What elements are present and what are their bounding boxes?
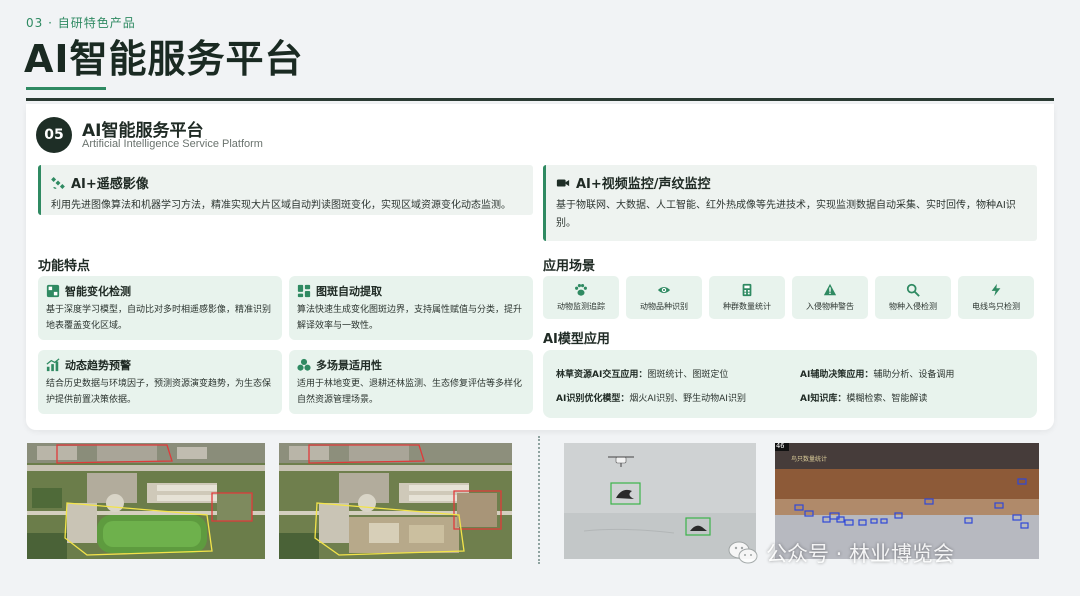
eye-icon	[657, 286, 671, 294]
card-subtitle: Artificial Intelligence Service Platform	[82, 138, 263, 150]
intro-text: 利用先进图像算法和机器学习方法，精准实现大片区域自动判读图斑变化，实现区域资源变…	[51, 200, 511, 211]
satellite-image-after	[279, 443, 512, 559]
warning-icon	[823, 283, 837, 296]
model-item: AI辅助决策应用：辅助分析、设备调用	[800, 370, 955, 380]
model-panel: 林草资源AI交互应用：图斑统计、图斑定位 AI辅助决策应用：辅助分析、设备调用 …	[543, 350, 1037, 418]
satellite-icon	[51, 176, 65, 189]
wechat-icon	[728, 541, 758, 564]
multi-scene-icon	[297, 358, 311, 371]
platform-card: 05 AI智能服务平台 Artificial Intelligence Serv…	[26, 104, 1054, 430]
extract-icon	[297, 284, 311, 298]
compare-icon	[46, 284, 60, 298]
model-item: AI识别优化模型：烟火AI识别、野生动物AI识别	[556, 394, 746, 404]
intro-text: 基于物联网、大数据、人工智能、红外热成像等先进技术，实现监测数据自动采集、实时回…	[556, 200, 1016, 229]
scene-powerline-birds: 电线鸟只检测	[958, 276, 1034, 319]
thermal-caption: 鸟只数量统计	[791, 456, 828, 463]
model-item: 林草资源AI交互应用：图斑统计、图斑定位	[556, 370, 729, 380]
feature-text: 适用于林地变更、退耕还林监测、生态修复评估等多样化自然资源管理场景。	[297, 379, 523, 405]
thermal-counter: 46	[776, 443, 785, 450]
intro-title: AI+视频监控/声纹监控	[576, 177, 711, 192]
features-heading: 功能特点	[38, 259, 91, 274]
title-underline	[26, 87, 106, 90]
scene-label: 动物监测追踪	[557, 302, 605, 311]
paw-icon	[575, 284, 587, 296]
scene-invasive-warning: 入侵物种警告	[792, 276, 868, 319]
scene-species-recognition: 动物品种识别	[626, 276, 702, 319]
number-badge: 05	[36, 117, 72, 153]
calculator-icon	[742, 283, 752, 297]
feature-title: 智能变化检测	[65, 285, 131, 298]
scene-label: 物种入侵检测	[889, 302, 937, 311]
watermark-text: 公众号 · 林业博览会	[766, 542, 955, 566]
vertical-divider	[538, 436, 540, 564]
scene-label: 种群数量统计	[723, 302, 771, 311]
feature-patch-extraction: 图斑自动提取 算法快速生成变化图斑边界，支持属性赋值与分类，提升解译效率与一致性…	[289, 276, 533, 340]
scene-label: 动物品种识别	[640, 302, 688, 311]
scene-invasion-detection: 物种入侵检测	[875, 276, 951, 319]
watermark: 公众号 · 林业博览会	[728, 538, 954, 568]
feature-multi-scene: 多场景适用性 适用于林地变更、退耕还林监测、生态修复评估等多样化自然资源管理场景…	[289, 350, 533, 414]
top-rule	[26, 98, 1054, 101]
scene-label: 入侵物种警告	[806, 302, 854, 311]
feature-text: 算法快速生成变化图斑边界，支持属性赋值与分类，提升解译效率与一致性。	[297, 305, 523, 331]
feature-trend-warning: 动态趋势预警 结合历史数据与环境因子，预测资源演变趋势，为生态保护提供前置决策依…	[38, 350, 282, 414]
scenes-heading: 应用场景	[543, 259, 596, 274]
feature-change-detection: 智能变化检测 基于深度学习模型，自动比对多时相遥感影像，精准识别地表覆盖变化区域…	[38, 276, 282, 340]
scene-population-count: 种群数量统计	[709, 276, 785, 319]
video-camera-icon	[556, 179, 570, 186]
lightning-icon	[991, 283, 1001, 297]
satellite-image-before	[27, 443, 265, 559]
feature-text: 基于深度学习模型，自动比对多时相遥感影像，精准识别地表覆盖变化区域。	[46, 305, 272, 331]
feature-title: 动态趋势预警	[65, 359, 131, 372]
feature-title: 图斑自动提取	[316, 285, 382, 298]
feature-text: 结合历史数据与环境因子，预测资源演变趋势，为生态保护提供前置决策依据。	[46, 379, 272, 405]
models-heading: AI模型应用	[543, 332, 610, 347]
scene-label: 电线鸟只检测	[972, 302, 1020, 311]
model-item: AI知识库：模糊检索、智能解读	[800, 394, 928, 404]
trend-chart-icon	[46, 358, 60, 372]
intro-remote-sensing: AI+遥感影像 利用先进图像算法和机器学习方法，精准实现大片区域自动判读图斑变化…	[38, 165, 533, 215]
feature-title: 多场景适用性	[316, 359, 382, 372]
search-icon	[906, 283, 920, 297]
page-title: AI智能服务平台	[24, 37, 304, 81]
intro-title: AI+遥感影像	[71, 177, 149, 192]
intro-video-monitoring: AI+视频监控/声纹监控 基于物联网、大数据、人工智能、红外热成像等先进技术，实…	[543, 165, 1037, 241]
scene-animal-tracking: 动物监测追踪	[543, 276, 619, 319]
